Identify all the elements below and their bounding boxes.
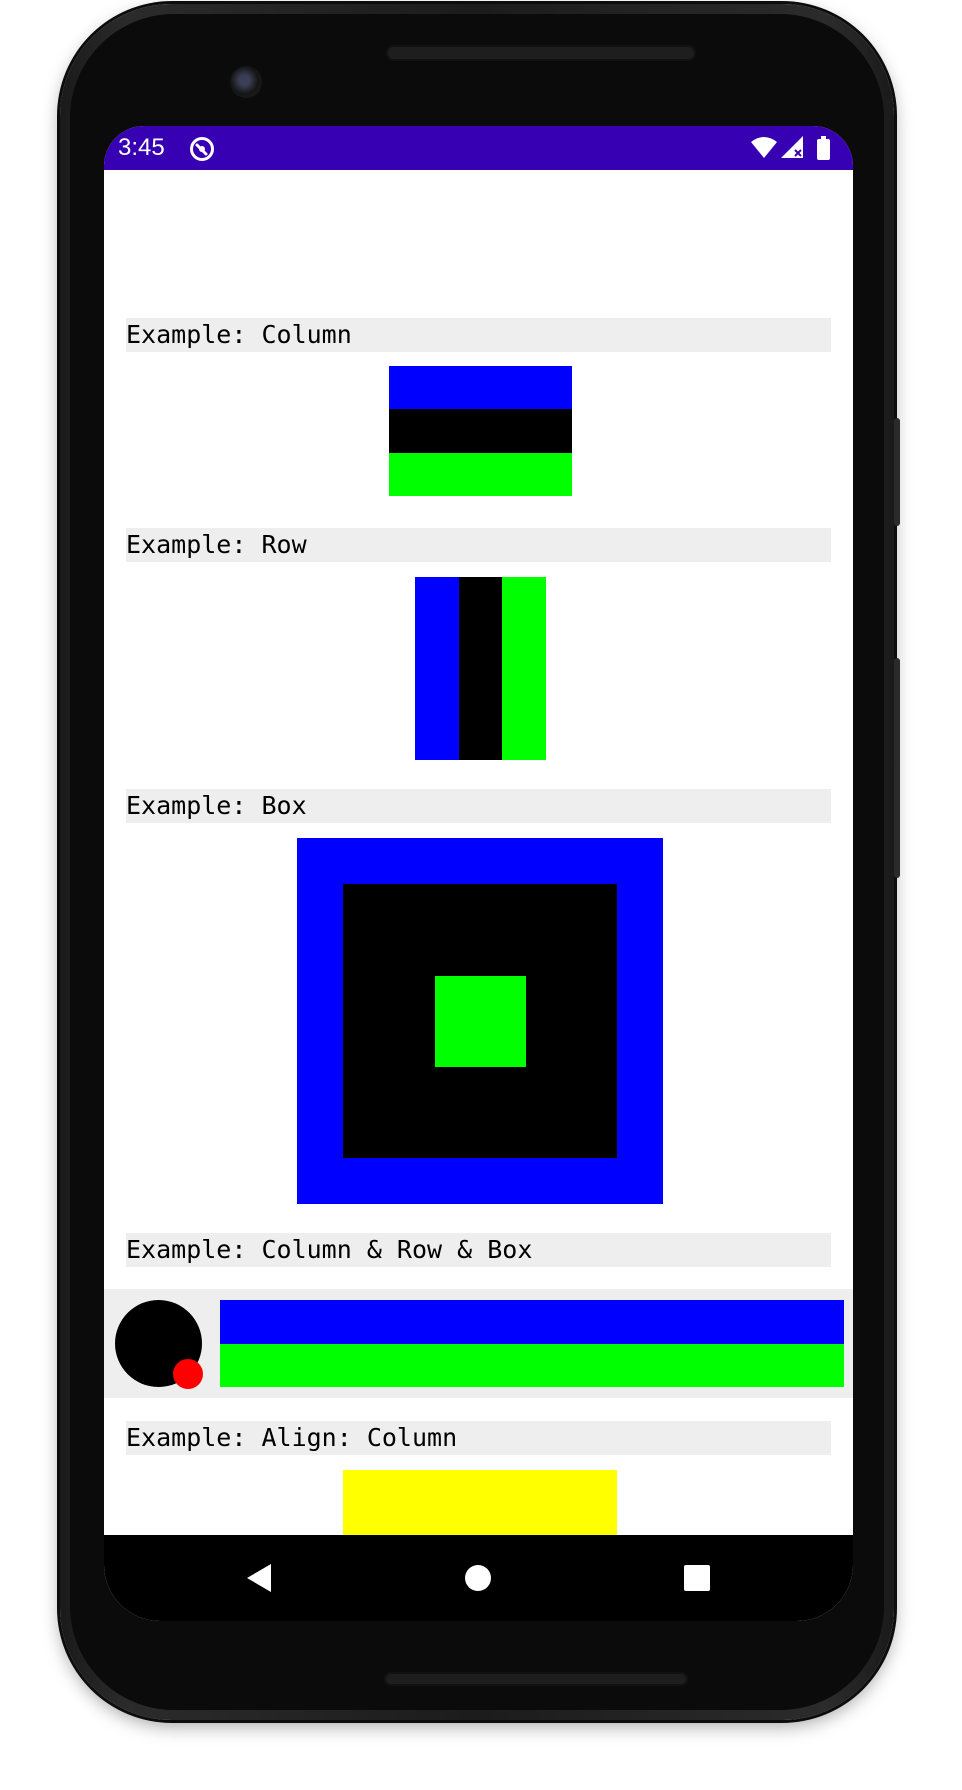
signal-no-data-icon	[781, 136, 803, 158]
combo-container	[104, 1289, 853, 1398]
status-bar: 3:45	[104, 126, 853, 170]
column-green-block	[389, 453, 572, 496]
status-icons	[751, 136, 830, 160]
section-label-box: Example: Box	[126, 789, 831, 823]
box-inner-green	[435, 976, 526, 1067]
column-black-block	[389, 409, 572, 453]
app-notification-icon	[190, 137, 214, 161]
combo-green-bar	[220, 1344, 844, 1387]
back-icon[interactable]	[243, 1562, 275, 1594]
battery-icon	[817, 136, 830, 160]
home-icon[interactable]	[462, 1562, 494, 1594]
combo-blue-bar	[220, 1300, 844, 1344]
row-blue-block	[415, 577, 459, 760]
front-camera-icon	[230, 66, 262, 98]
main-content: Example: Column Example: Row Example: Bo…	[104, 170, 853, 1621]
status-dot	[173, 1359, 203, 1389]
volume-button	[894, 418, 900, 526]
power-button	[894, 658, 900, 878]
section-label-row: Example: Row	[126, 528, 831, 562]
section-label-combo: Example: Column & Row & Box	[126, 1233, 831, 1267]
bottom-speaker	[384, 1672, 688, 1686]
column-blue-block	[389, 366, 572, 409]
status-time: 3:45	[118, 134, 165, 161]
earpiece-speaker	[386, 45, 696, 61]
section-label-align-column: Example: Align: Column	[126, 1421, 831, 1455]
row-black-block	[459, 577, 502, 760]
wifi-icon	[751, 137, 777, 158]
section-label-column: Example: Column	[126, 318, 831, 352]
phone-screen: 3:45 Example: Column Example: Row Exampl…	[104, 126, 853, 1621]
recents-icon[interactable]	[681, 1562, 713, 1594]
navigation-bar	[104, 1535, 853, 1621]
row-green-block	[502, 577, 546, 760]
